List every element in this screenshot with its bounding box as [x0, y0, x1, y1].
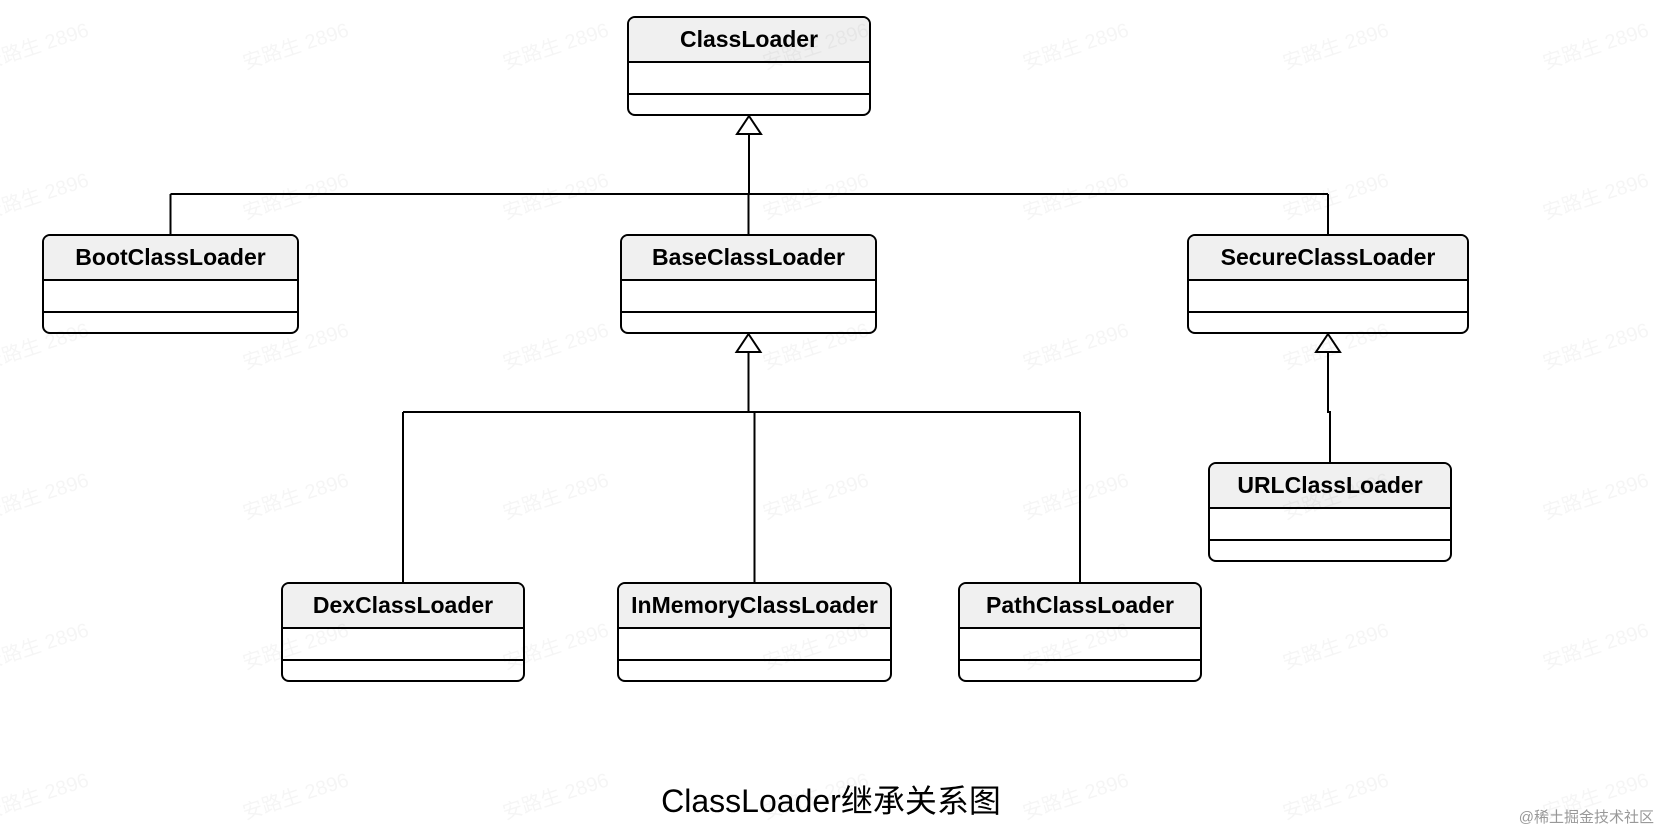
uml-attributes-baseclassloader [622, 281, 875, 313]
uml-operations-pathclassloader [960, 661, 1200, 681]
uml-attributes-secureclassloader [1189, 281, 1467, 313]
watermark: 安路生 2896 [498, 464, 612, 526]
watermark: 安路生 2896 [0, 614, 92, 676]
watermark: 安路生 2896 [498, 164, 612, 226]
uml-operations-baseclassloader [622, 313, 875, 333]
uml-attributes-classloader [629, 63, 869, 95]
watermark: 安路生 2896 [1018, 164, 1132, 226]
watermark: 安路生 2896 [1278, 14, 1392, 76]
uml-operations-inmemoryclassloader [619, 661, 890, 681]
uml-operations-dexclassloader [283, 661, 523, 681]
watermark: 安路生 2896 [0, 164, 92, 226]
watermark: 安路生 2896 [1278, 164, 1392, 226]
uml-title-secureclassloader: SecureClassLoader [1189, 236, 1467, 281]
uml-operations-secureclassloader [1189, 313, 1467, 333]
arrowhead-classloader [737, 116, 761, 134]
uml-title-bootclassloader: BootClassLoader [44, 236, 297, 281]
uml-class-dexclassloader: DexClassLoader [281, 582, 525, 682]
arrowhead-baseclassloader [737, 334, 761, 352]
uml-class-inmemoryclassloader: InMemoryClassLoader [617, 582, 892, 682]
uml-operations-bootclassloader [44, 313, 297, 333]
watermark: 安路生 2896 [1538, 614, 1652, 676]
watermark-corner: @稀土掘金技术社区 [1519, 806, 1654, 827]
watermark: 安路生 2896 [1018, 464, 1132, 526]
uml-attributes-dexclassloader [283, 629, 523, 661]
uml-class-classloader: ClassLoader [627, 16, 871, 116]
uml-title-baseclassloader: BaseClassLoader [622, 236, 875, 281]
uml-class-bootclassloader: BootClassLoader [42, 234, 299, 334]
uml-class-pathclassloader: PathClassLoader [958, 582, 1202, 682]
watermark: 安路生 2896 [1278, 614, 1392, 676]
uml-class-urlclassloader: URLClassLoader [1208, 462, 1452, 562]
watermark: 安路生 2896 [758, 464, 872, 526]
watermark: 安路生 2896 [238, 164, 352, 226]
uml-title-pathclassloader: PathClassLoader [960, 584, 1200, 629]
watermark: 安路生 2896 [1538, 314, 1652, 376]
uml-class-secureclassloader: SecureClassLoader [1187, 234, 1469, 334]
arrowhead-secureclassloader [1316, 334, 1340, 352]
watermark: 安路生 2896 [498, 314, 612, 376]
watermark: 安路生 2896 [1538, 14, 1652, 76]
uml-attributes-inmemoryclassloader [619, 629, 890, 661]
uml-title-inmemoryclassloader: InMemoryClassLoader [619, 584, 890, 629]
uml-operations-urlclassloader [1210, 541, 1450, 561]
watermark: 安路生 2896 [1538, 164, 1652, 226]
uml-attributes-bootclassloader [44, 281, 297, 313]
uml-title-urlclassloader: URLClassLoader [1210, 464, 1450, 509]
watermark: 安路生 2896 [0, 464, 92, 526]
uml-attributes-urlclassloader [1210, 509, 1450, 541]
watermark: 安路生 2896 [498, 14, 612, 76]
connections-svg [0, 0, 1662, 837]
watermark: 安路生 2896 [238, 14, 352, 76]
uml-title-dexclassloader: DexClassLoader [283, 584, 523, 629]
watermark: 安路生 2896 [238, 464, 352, 526]
edge-urlclassloader-secureclassloader [1328, 352, 1330, 462]
watermark: 安路生 2896 [1538, 464, 1652, 526]
uml-operations-classloader [629, 95, 869, 115]
watermark: 安路生 2896 [0, 14, 92, 76]
watermark: 安路生 2896 [1018, 14, 1132, 76]
uml-title-classloader: ClassLoader [629, 18, 869, 63]
diagram-caption: ClassLoader继承关系图 [0, 776, 1662, 822]
watermark: 安路生 2896 [1018, 314, 1132, 376]
watermark: 安路生 2896 [758, 164, 872, 226]
uml-class-baseclassloader: BaseClassLoader [620, 234, 877, 334]
uml-attributes-pathclassloader [960, 629, 1200, 661]
